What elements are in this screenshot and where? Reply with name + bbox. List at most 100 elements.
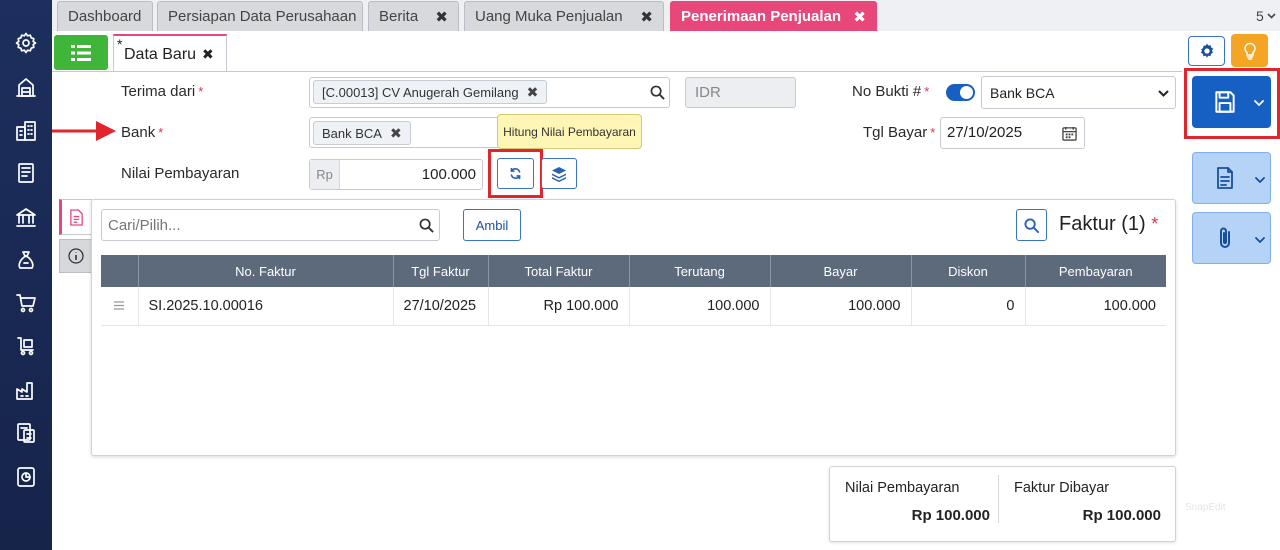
tooltip: Hitung Nilai Pembayaran [497,114,642,149]
currency-field[interactable]: IDR [685,77,796,108]
save-button[interactable] [1192,76,1271,128]
table-header-row: No. Faktur Tgl Faktur Total Faktur Terut… [101,255,1166,287]
column-header[interactable]: Bayar [770,255,912,287]
calendar-icon[interactable] [1062,126,1077,141]
building-icon[interactable] [13,118,39,144]
warehouse-icon[interactable] [13,74,39,100]
tab-berita[interactable]: Berita ✖ [368,1,459,31]
column-header[interactable]: Tgl Faktur [393,255,489,287]
detail-search-input[interactable] [108,215,408,235]
chevron-down-icon [1158,90,1169,97]
document-icon [1217,167,1233,189]
remove-icon[interactable]: ✖ [527,84,539,101]
nilai-pembayaran-label: Nilai Pembayaran [121,165,240,182]
close-icon[interactable]: ✖ [435,8,448,26]
bank-label: Bank * [121,124,164,141]
doc-tab-label: Data Baru [124,46,197,63]
tab-uang-muka[interactable]: Uang Muka Penjualan ✖ [464,1,664,31]
side-tab-faktur[interactable] [59,199,92,235]
tab-count: 5 [1256,8,1264,24]
factory-icon[interactable] [13,377,39,403]
summary-faktur-label: Faktur Dibayar [1014,480,1110,496]
column-header[interactable]: Terutang [629,255,771,287]
list-button[interactable] [54,35,108,70]
terima-dari-chip: [C.00013] CV Anugerah Gemilang ✖ [313,80,548,104]
bank-icon[interactable] [13,204,39,230]
summary-nilai-label: Nilai Pembayaran [845,480,960,496]
auto-number-toggle[interactable] [946,84,975,101]
document-button[interactable] [1192,152,1271,204]
report-icon[interactable] [13,464,39,490]
ledger-icon[interactable] [13,160,39,186]
paperclip-icon [1220,227,1230,248]
search-icon[interactable] [419,218,434,233]
doc-tab-data-baru[interactable]: * Data Baru ✖ [113,34,227,72]
nav-rail [0,0,52,550]
delivery-cart-icon[interactable] [13,333,39,359]
settings-button[interactable] [1188,36,1225,66]
nilai-pembayaran-value: 100.000 [421,166,476,183]
no-bukti-value: Bank BCA [990,85,1055,101]
chevron-down-icon [1254,100,1264,106]
bank-chip: Bank BCA ✖ [313,121,411,145]
drag-column-header [101,255,139,287]
terima-dari-label: Terima dari * [121,83,204,100]
info-icon [68,248,84,264]
tgl-bayar-field[interactable]: 27/10/2025 [940,117,1085,149]
attachment-button[interactable] [1192,212,1271,264]
cart-icon[interactable] [13,290,39,316]
tab-label: Uang Muka Penjualan [475,8,623,25]
tab-label: Dashboard [68,8,142,25]
diskon-cell: 0 [911,287,1026,326]
currency-placeholder: IDR [695,84,721,101]
no-bukti-label: No Bukti # * [852,83,930,100]
tax-doc-icon[interactable] [13,420,39,446]
annotation-arrow [52,121,116,141]
remove-icon[interactable]: ✖ [390,125,402,142]
detail-search-field[interactable] [101,209,440,241]
customer-value: [C.00013] CV Anugerah Gemilang [322,84,519,100]
terutang-cell: 100.000 [629,287,771,326]
close-icon[interactable]: ✖ [640,8,653,26]
summary-box: Nilai Pembayaran Rp 100.000 Faktur Dibay… [829,466,1176,542]
layers-icon [552,166,566,182]
faktur-table: No. Faktur Tgl Faktur Total Faktur Terut… [101,255,1166,326]
tab-persiapan-data[interactable]: Persiapan Data Perusahaan [157,1,363,31]
nilai-pembayaran-field[interactable]: Rp 100.000 [309,159,483,190]
tab-overflow-menu[interactable]: 5 [1256,8,1276,24]
drag-handle[interactable] [101,287,139,326]
ambil-button[interactable]: Ambil [463,209,521,241]
document-icon [70,209,83,226]
tab-dashboard[interactable]: Dashboard [57,1,153,31]
table-row[interactable]: SI.2025.10.00016 27/10/2025 Rp 100.000 1… [101,287,1166,326]
tgl-bayar-label: Tgl Bayar * [863,124,936,141]
tab-label: Persiapan Data Perusahaan [168,8,357,25]
hitung-nilai-button[interactable] [497,158,534,189]
layers-button[interactable] [541,158,577,189]
column-header[interactable]: Pembayaran [1025,255,1166,287]
no-bukti-select[interactable]: Bank BCA [981,76,1176,109]
toggle-knob [960,86,973,99]
side-tab-info[interactable] [59,239,92,273]
tab-penerimaan-penjualan[interactable]: Penerimaan Penjualan ✖ [670,1,877,31]
chevron-down-icon [1255,237,1265,243]
tips-button[interactable] [1231,34,1268,67]
settings-icon[interactable] [13,30,39,56]
column-header[interactable]: No. Faktur [138,255,394,287]
search-icon [1024,217,1039,233]
summary-nilai-value: Rp 100.000 [911,507,990,524]
column-header[interactable]: Diskon [911,255,1026,287]
summary-divider [998,475,999,523]
lightbulb-icon [1243,42,1256,60]
close-icon[interactable]: ✖ [202,46,214,63]
cash-bag-icon[interactable] [13,247,39,273]
close-icon[interactable]: ✖ [853,8,866,26]
watermark: SnapEdit [1185,502,1226,513]
save-icon [1215,91,1235,113]
search-icon[interactable] [650,85,665,100]
column-header[interactable]: Total Faktur [488,255,630,287]
toolbar-divider [52,71,1182,72]
total-faktur-cell: Rp 100.000 [488,287,630,326]
tab-label: Penerimaan Penjualan [681,8,842,25]
detail-search-button[interactable] [1016,209,1047,241]
